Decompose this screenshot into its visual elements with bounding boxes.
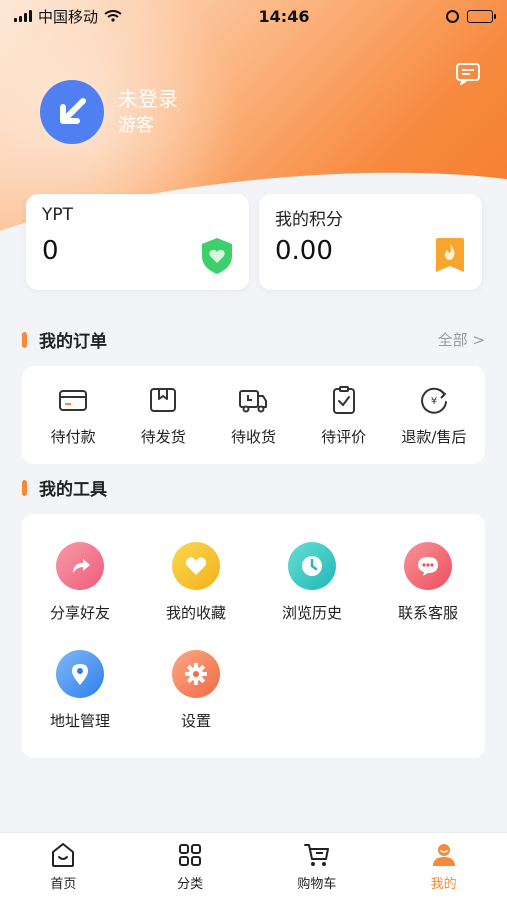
orders-panel: 待付款 待发货 待收货 待评价 ¥ 退款/售后 [22,366,485,464]
shield-heart-icon [202,238,232,274]
tool-label: 分享好友 [49,604,110,622]
clock-time: 14:46 [258,6,310,26]
carrier-label: 中国移动 [38,7,99,26]
order-pending-receipt[interactable]: 待收货 [209,384,297,447]
points-label: 我的积分 [275,210,343,230]
tab-category[interactable]: 分类 [140,841,240,900]
grid-icon [179,844,202,866]
profile-role: 游客 [118,115,154,136]
tab-mine[interactable]: 我的 [394,841,494,900]
points-flame-icon [436,238,464,272]
tab-label: 我的 [430,877,457,892]
order-label: 待发货 [140,427,186,446]
order-label: 待评价 [321,427,367,446]
profile-name[interactable]: 未登录 [118,86,178,112]
tab-label: 购物车 [297,877,337,892]
share-icon [56,542,104,590]
heart-icon [172,542,220,590]
see-all-orders-link[interactable]: 全部 > [438,329,485,350]
tab-cart[interactable]: 购物车 [267,841,367,900]
order-pending-payment[interactable]: 待付款 [29,384,117,447]
bottom-tab-bar: 首页 分类 购物车 我的 [0,832,507,900]
tool-favorites[interactable]: 我的收藏 [141,542,251,623]
tool-customer-service[interactable]: 联系客服 [373,542,483,623]
points-value: 0.00 [275,236,333,266]
cart-icon [303,844,329,866]
location-pin-icon [56,650,104,698]
tools-section-title: 我的工具 [22,475,107,500]
ypt-value: 0 [42,236,59,266]
tool-label: 浏览历史 [281,604,342,622]
user-icon [432,844,455,866]
clipboard-check-icon [332,385,355,414]
tab-label: 首页 [50,877,77,892]
tool-address[interactable]: 地址管理 [25,650,135,731]
tool-label: 联系客服 [397,604,458,622]
message-icon[interactable] [455,62,481,86]
chat-icon [404,542,452,590]
points-card[interactable]: 我的积分 0.00 [259,194,482,290]
avatar[interactable] [40,80,104,144]
battery-icon [466,9,496,23]
order-label: 待付款 [50,427,96,446]
signal-icon [14,10,32,22]
tab-home[interactable]: 首页 [13,841,113,900]
wifi-icon [104,10,122,22]
tool-settings[interactable]: 设置 [141,650,251,731]
tool-label: 设置 [180,712,211,730]
login-arrow-icon [60,98,86,124]
clock-icon [288,542,336,590]
order-label: 待收货 [230,427,276,446]
tool-history[interactable]: 浏览历史 [257,542,367,623]
svg-text:¥: ¥ [431,396,437,407]
tab-label: 分类 [177,877,204,892]
box-icon [150,387,177,412]
tools-panel: 分享好友 我的收藏 浏览历史 联系客服 地址管理 设置 [22,514,485,758]
rotation-lock-icon [445,9,459,23]
ypt-card[interactable]: YPT 0 [26,194,249,290]
profile-header[interactable]: 未登录 游客 [40,80,178,144]
gear-icon [172,650,220,698]
status-bar: 中国移动 14:46 [0,0,507,32]
card-icon [59,389,88,411]
tools-title: 我的工具 [39,480,107,500]
orders-title: 我的订单 [39,332,107,352]
order-pending-shipment[interactable]: 待发货 [119,384,207,447]
truck-icon [239,389,268,412]
tool-label: 地址管理 [49,712,110,730]
tool-share[interactable]: 分享好友 [25,542,135,623]
refund-icon: ¥ [420,387,447,414]
tool-label: 我的收藏 [165,604,226,622]
order-refund[interactable]: ¥ 退款/售后 [390,384,478,447]
ypt-label: YPT [42,205,74,225]
orders-section-title: 我的订单 [22,327,107,352]
home-icon [52,843,75,867]
order-pending-review[interactable]: 待评价 [300,384,388,447]
order-label: 退款/售后 [401,427,467,446]
